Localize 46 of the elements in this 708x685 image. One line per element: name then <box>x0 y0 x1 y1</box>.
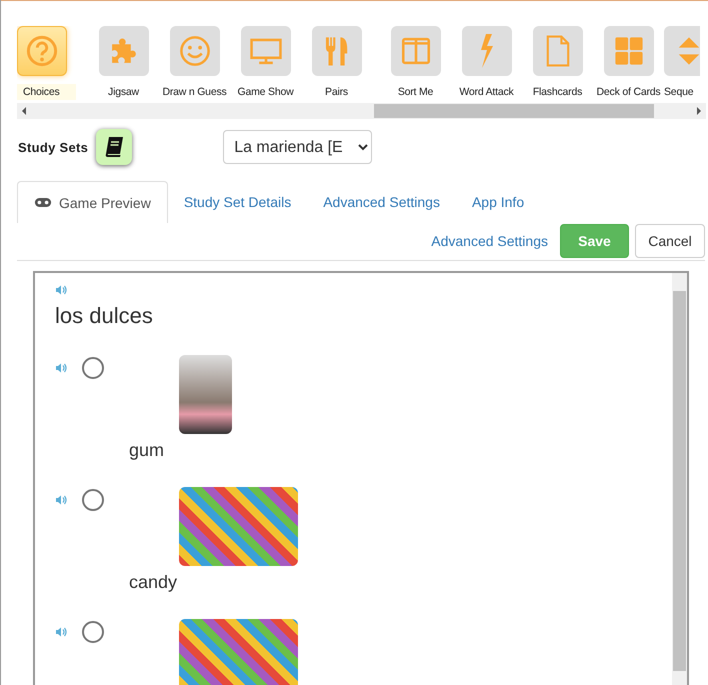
radio-button[interactable] <box>82 489 104 511</box>
answer-label: gum <box>129 440 166 461</box>
answer-label: candy <box>129 572 178 593</box>
game-button[interactable] <box>664 26 700 76</box>
save-button[interactable]: Save <box>560 224 629 258</box>
question-icon <box>25 34 59 68</box>
radio-button[interactable] <box>82 621 104 643</box>
gamepad-icon <box>34 197 52 208</box>
horizontal-scrollbar[interactable] <box>17 103 706 119</box>
study-sets-label: Study Sets <box>18 140 88 154</box>
game-label: Pairs <box>325 85 348 100</box>
speaker-icon[interactable] <box>55 495 67 505</box>
game-button[interactable] <box>390 26 440 76</box>
speaker-icon[interactable] <box>55 363 67 373</box>
speaker-icon[interactable] <box>55 285 67 295</box>
study-set-dropdown[interactable]: La marienda [E <box>223 130 372 164</box>
game-button[interactable] <box>604 26 654 76</box>
advanced-settings-link[interactable]: Advanced Settings <box>431 233 548 249</box>
game-button[interactable] <box>98 26 148 76</box>
game-label: Jigsaw <box>108 85 139 100</box>
game-label: Sort Me <box>398 85 434 100</box>
radio-button[interactable] <box>82 357 104 379</box>
game-button[interactable] <box>240 26 290 76</box>
game-label: Game Show <box>238 85 294 100</box>
tab[interactable]: Game Preview <box>17 181 168 223</box>
question-text: los dulces <box>55 303 154 329</box>
bolt-icon <box>480 34 494 68</box>
game-button[interactable] <box>532 26 582 76</box>
tab[interactable]: Study Set Details <box>168 181 308 223</box>
game-label: Choices <box>17 84 76 100</box>
game-button[interactable] <box>170 26 220 76</box>
game-label: Seque <box>664 85 694 100</box>
game-label: Flashcards <box>532 85 582 100</box>
study-sets-button[interactable] <box>96 129 132 165</box>
smiley-icon <box>178 34 212 68</box>
tab[interactable]: App Info <box>456 181 540 223</box>
game-label: Deck of Cards <box>596 85 660 100</box>
vertical-scrollbar[interactable] <box>672 273 687 685</box>
game-button[interactable] <box>312 26 362 76</box>
game-label: Draw n Guess <box>162 85 227 100</box>
game-button[interactable] <box>462 26 512 76</box>
cancel-button[interactable]: Cancel <box>635 224 705 258</box>
game-button[interactable] <box>17 26 67 76</box>
speaker-icon[interactable] <box>55 627 67 637</box>
tab[interactable]: Advanced Settings <box>307 181 456 223</box>
game-label: Word Attack <box>459 85 514 100</box>
